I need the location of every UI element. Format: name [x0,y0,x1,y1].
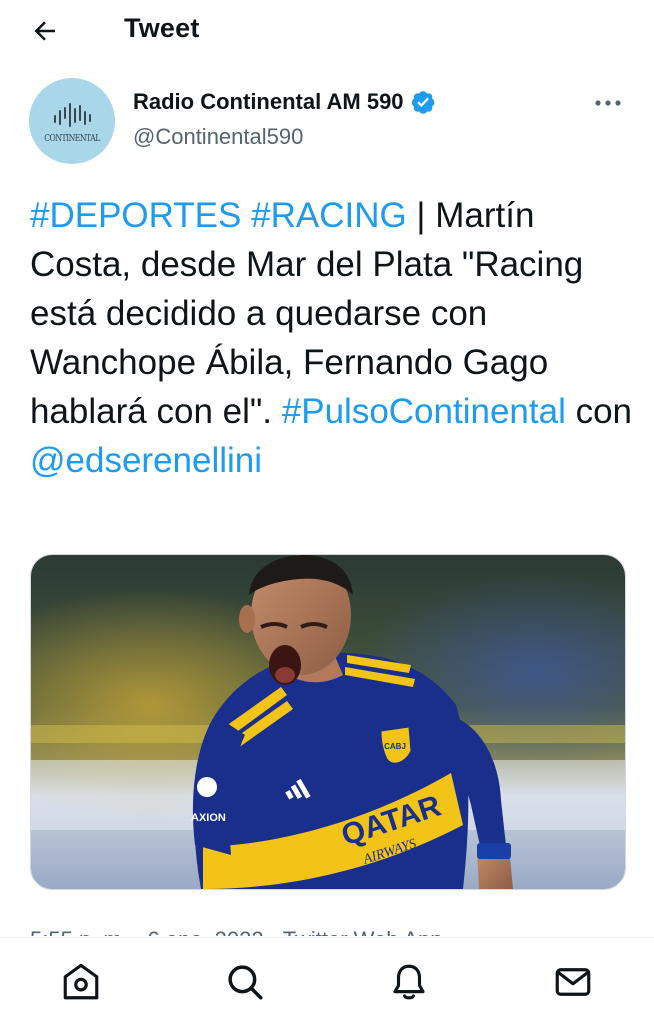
author-display-name[interactable]: Radio Continental AM 590 [133,89,404,115]
mention-link[interactable]: @edserenellini [30,441,262,480]
verified-badge-icon [411,91,434,114]
back-button[interactable] [26,12,64,50]
notifications-bell-icon [393,964,425,1000]
sound-wave-logo-icon [54,103,91,127]
home-icon [63,963,99,1000]
nav-search-button[interactable] [221,958,269,1006]
tweet-timestamp-row: 5:55 p. m. · 6 ene. 2022 · Twitter Web A… [30,918,624,936]
footballer-celebrating-image: CABJ QATAR AIRWAYS AXION [31,555,625,889]
hashtag-deportes-link[interactable]: #DEPORTES [30,196,241,235]
bottom-navigation [0,937,654,1025]
hashtag-pulso-link[interactable]: #PulsoContinental [282,392,566,431]
tweet-author: CONTINENTAL Radio Continental AM 590 @Co… [0,78,654,188]
nav-home-button[interactable] [57,958,105,1006]
top-app-bar: Tweet [0,0,654,62]
messages-mail-icon [555,968,591,996]
hashtag-racing-link[interactable]: #RACING [251,196,407,235]
sleeve-sponsor-text: AXION [191,812,226,824]
search-icon [228,965,263,1000]
avatar-logo-text: CONTINENTAL [44,134,100,144]
tweet-connector-text: con [565,392,633,431]
avatar[interactable]: CONTINENTAL [29,78,115,164]
author-handle[interactable]: @Continental590 [133,124,303,150]
tweet-text: #DEPORTES #RACING | Martín Costa, desde … [30,191,635,485]
arrow-left-icon [34,21,55,41]
nav-notifications-button[interactable] [385,958,433,1006]
author-name-row: Radio Continental AM 590 [133,89,436,115]
crest-text: CABJ [384,742,406,751]
nav-messages-button[interactable] [549,958,597,1006]
more-horizontal-icon [595,100,621,106]
tweet-timestamp[interactable]: 5:55 p. m. · 6 ene. 2022 · Twitter Web A… [30,918,443,936]
more-options-button[interactable] [588,88,628,118]
tweet-photo[interactable]: CABJ QATAR AIRWAYS AXION [30,554,626,890]
page-title: Tweet [124,13,200,43]
